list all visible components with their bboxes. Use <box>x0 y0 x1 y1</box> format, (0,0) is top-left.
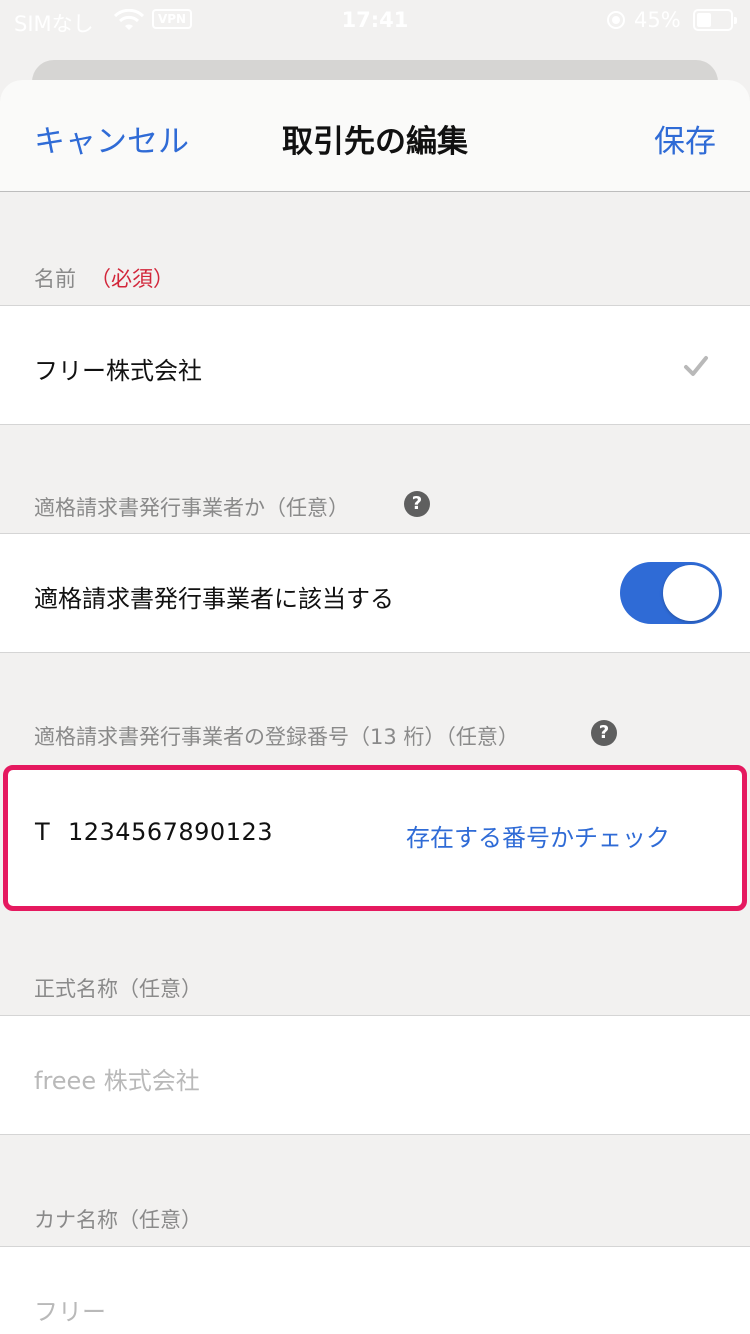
kana-section-label: カナ名称（任意） <box>34 1208 202 1232</box>
registration-number-input[interactable]: 1234567890123 <box>68 818 273 846</box>
kana-name-field[interactable]: フリー <box>0 1246 750 1334</box>
edit-sheet: キャンセル 取引先の編集 保存 名前 （必須） フリー株式会社 適格請求書発行事業… <box>0 80 750 1334</box>
invoice-issuer-row: 適格請求書発行事業者に該当する <box>0 533 750 653</box>
name-field[interactable]: フリー株式会社 <box>0 305 750 425</box>
name-section-label: 名前 （必須） <box>34 263 174 293</box>
help-icon-registration[interactable]: ? <box>591 720 617 746</box>
official-name-placeholder: freee 株式会社 <box>34 1067 200 1095</box>
registration-prefix: T <box>35 818 50 846</box>
toggle-knob <box>663 565 719 621</box>
help-icon[interactable]: ? <box>404 491 430 517</box>
battery-percent: 45% <box>634 8 681 32</box>
navigation-bar: キャンセル 取引先の編集 保存 <box>0 80 750 192</box>
page-title: 取引先の編集 <box>282 124 468 160</box>
name-label: 名前 <box>34 267 76 291</box>
invoice-issuer-toggle-label: 適格請求書発行事業者に該当する <box>34 585 394 613</box>
check-number-link[interactable]: 存在する番号かチェック <box>406 818 670 853</box>
kana-name-placeholder: フリー <box>34 1298 106 1326</box>
registration-number-field-highlighted[interactable]: T 1234567890123 存在する番号かチェック <box>3 765 747 911</box>
invoice-issuer-section-label: 適格請求書発行事業者か（任意） <box>34 496 349 520</box>
registration-section-label: 適格請求書発行事業者の登録番号（13 桁）（任意） <box>34 725 519 749</box>
save-button[interactable]: 保存 <box>654 116 716 161</box>
battery-icon <box>693 9 737 31</box>
name-value: フリー株式会社 <box>34 357 202 385</box>
required-badge: （必須） <box>90 267 174 291</box>
status-bar: SIMなし VPN 17:41 45% <box>0 0 750 40</box>
official-name-field[interactable]: freee 株式会社 <box>0 1015 750 1135</box>
official-name-section-label: 正式名称（任意） <box>34 977 202 1001</box>
orientation-lock-icon <box>607 11 625 29</box>
invoice-issuer-toggle[interactable] <box>620 562 722 624</box>
checkmark-icon <box>684 356 708 376</box>
